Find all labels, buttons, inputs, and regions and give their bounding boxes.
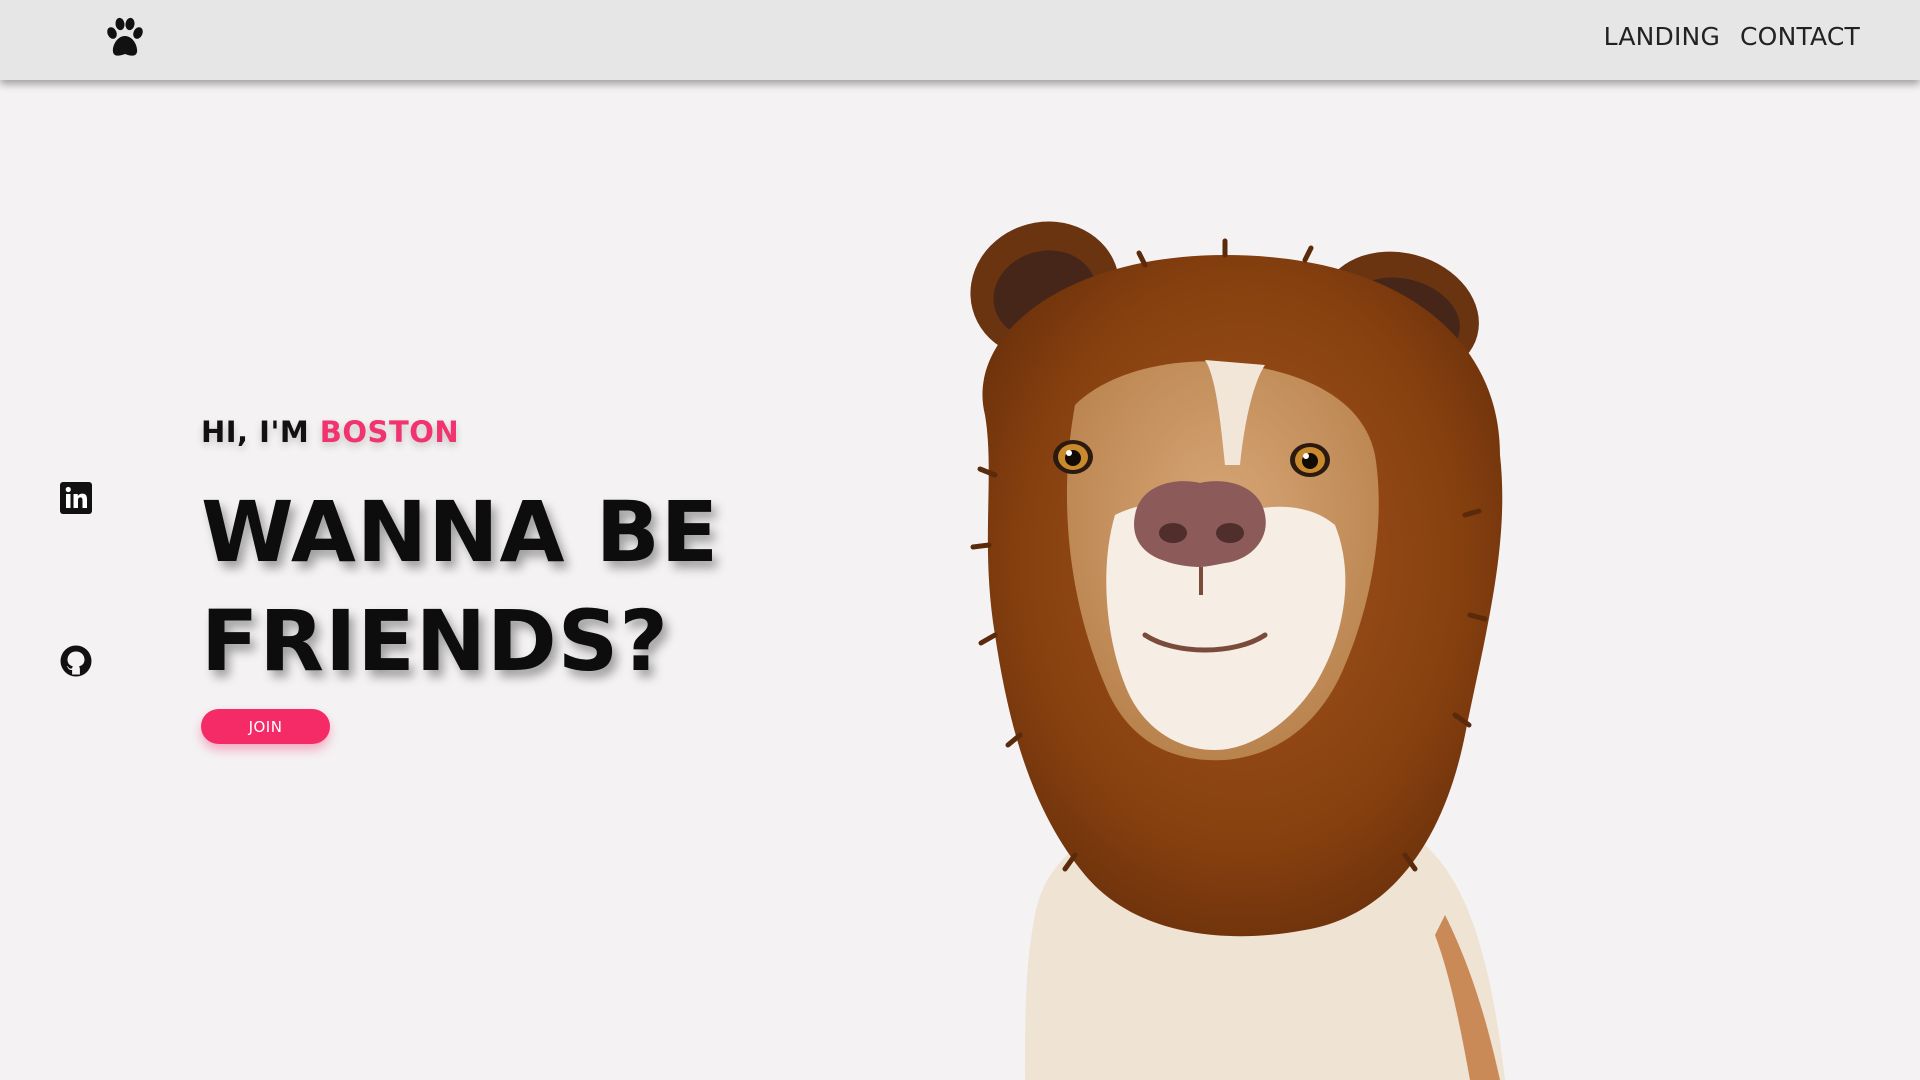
hero-greeting-block: HI, I'M BOSTON — [201, 415, 459, 449]
headline-line-2: FRIENDS? — [201, 592, 669, 690]
linkedin-icon[interactable] — [60, 482, 92, 514]
main-nav: LANDING CONTACT — [1604, 22, 1860, 51]
nav-link-contact[interactable]: CONTACT — [1740, 22, 1860, 51]
dog-in-bear-hood-image — [970, 221, 1505, 1080]
headline-line-1: WANNA BE — [201, 483, 720, 581]
paw-icon[interactable] — [103, 16, 147, 60]
top-navbar: LANDING CONTACT — [0, 0, 1920, 80]
nav-link-landing[interactable]: LANDING — [1604, 22, 1720, 51]
greeting-prefix: HI, I'M — [201, 415, 320, 449]
join-button[interactable]: JOIN — [201, 709, 330, 744]
github-icon[interactable] — [60, 645, 92, 677]
greeting-name: BOSTON — [319, 415, 460, 449]
hero-headline: WANNA BE FRIENDS? — [201, 478, 719, 696]
greeting-text: HI, I'M BOSTON — [201, 415, 459, 449]
